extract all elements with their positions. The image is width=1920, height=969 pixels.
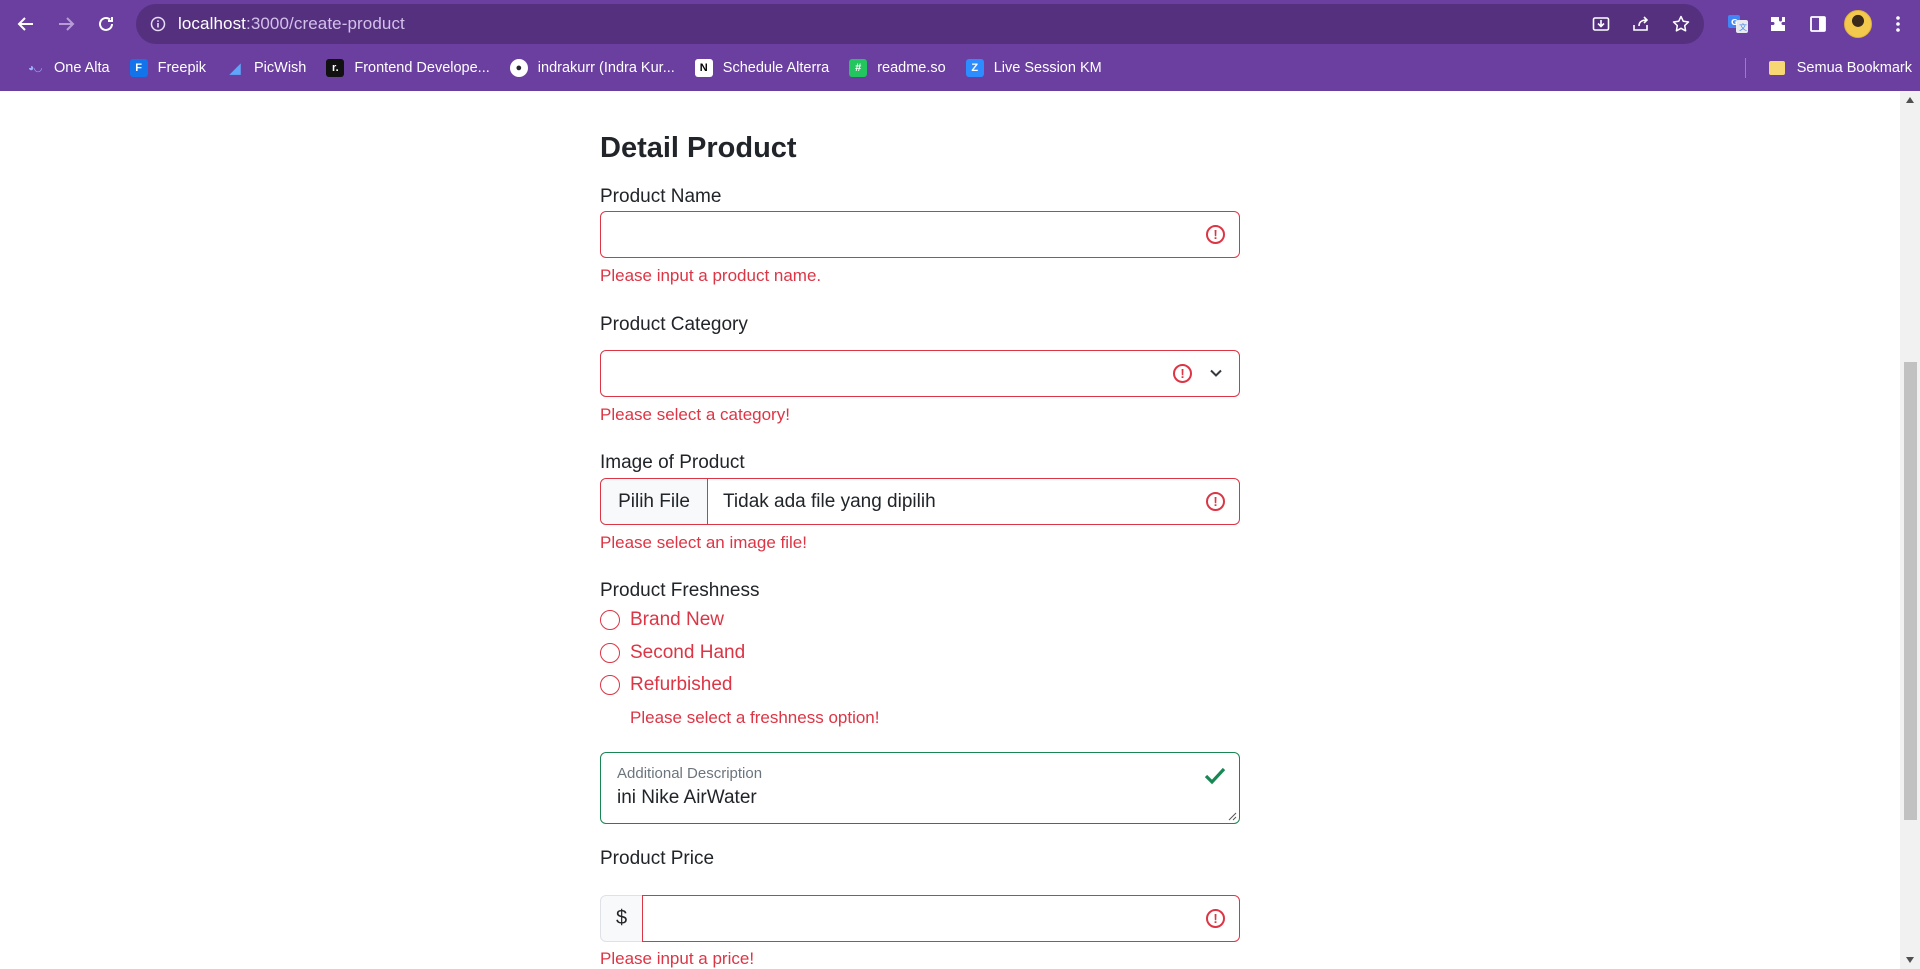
url-text[interactable]: localhost:3000/create-product [178,14,405,34]
menu-kebab-icon[interactable] [1884,10,1912,38]
radio-button[interactable] [600,610,620,630]
readme-icon: # [849,59,868,77]
notion-icon: N [694,59,713,77]
browser-chrome: localhost:3000/create-product G文 ◕◡ One … [0,0,1920,91]
bookmark-one-alta[interactable]: ◕◡ One Alta [18,54,118,82]
radio-refurbished[interactable]: Refurbished [600,674,732,696]
picwish-icon: ◢ [229,60,241,77]
url-host: localhost [178,14,246,33]
image-error: Please select an image file! [600,533,807,552]
bookmark-freepik[interactable]: F Freepik [122,54,214,82]
radio-second-hand[interactable]: Second Hand [600,642,745,664]
price-error: Please input a price! [600,949,755,968]
bookmark-label: Live Session KM [993,60,1102,76]
bookmarks-bar: ◕◡ One Alta F Freepik ◢ PicWish r. Frontend … [0,52,1920,84]
file-name-text: Tidak ada file yang dipilih [723,491,936,512]
price-input-group: $ ! [600,895,1240,942]
resize-grip-icon[interactable] [1227,811,1237,821]
browser-toolbar: localhost:3000/create-product G文 [0,0,1920,48]
page-scrollbar[interactable] [1900,91,1920,969]
github-icon: ● [509,59,528,77]
error-icon: ! [1206,492,1225,511]
page-content: Detail Product Product Name ! Please inp… [0,91,1920,969]
back-button[interactable] [6,4,46,44]
radio-button[interactable] [600,643,620,663]
bookmark-live-session-km[interactable]: Z Live Session KM [958,54,1110,82]
error-icon: ! [1206,909,1225,928]
all-bookmarks-folder[interactable]: Semua Bookmark [1768,52,1912,84]
currency-prefix: $ [600,895,643,942]
share-icon[interactable] [1628,11,1654,37]
bookmark-picwish[interactable]: ◢ PicWish [218,54,314,82]
svg-text:文: 文 [1739,22,1747,32]
alta-icon: ◕◡ [28,62,42,74]
bookmark-label: indrakurr (Indra Kur... [537,60,675,76]
bookmark-readme-so[interactable]: # readme.so [841,54,954,82]
address-bar-actions [1588,4,1694,44]
price-input[interactable]: ! [642,895,1240,942]
translate-icon[interactable]: G文 [1724,10,1752,38]
bookmarks-divider [1745,58,1746,78]
all-bookmarks-label: Semua Bookmark [1796,60,1912,76]
arrow-right-icon [59,17,75,31]
choose-file-button[interactable]: Pilih File [601,479,708,524]
bookmark-label: readme.so [877,60,946,76]
toolbar-right: G文 [1724,4,1912,44]
install-app-icon[interactable] [1588,11,1614,37]
bookmark-star-icon[interactable] [1668,11,1694,37]
bookmark-label: Freepik [157,60,206,76]
radio-label: Brand New [630,609,724,630]
description-textarea[interactable]: Additional Description ini Nike AirWater [600,752,1240,824]
product-name-error: Please input a product name. [600,266,822,285]
radio-button[interactable] [600,675,620,695]
extensions-icon[interactable] [1764,10,1792,38]
scroll-down-arrow-icon[interactable] [1906,957,1914,963]
bookmark-label: PicWish [253,60,307,76]
description-value: ini Nike AirWater [617,787,757,808]
zoom-icon: Z [965,59,984,77]
radio-brand-new[interactable]: Brand New [600,609,724,631]
description-floating-label: Additional Description [617,765,763,782]
address-bar[interactable]: localhost:3000/create-product [136,4,1704,44]
check-icon [1204,767,1226,785]
bookmark-schedule-alterra[interactable]: N Schedule Alterra [687,54,837,82]
freshness-error: Please select a freshness option! [630,708,880,727]
image-label: Image of Product [600,452,745,473]
radio-label: Second Hand [630,642,746,663]
frontend-icon: r. [326,59,345,77]
folder-icon [1768,61,1785,75]
site-info-icon[interactable] [150,16,166,32]
scroll-up-arrow-icon[interactable] [1906,97,1914,103]
product-category-label: Product Category [600,314,748,335]
chevron-down-icon [1210,369,1222,377]
arrow-left-icon [17,17,33,31]
profile-avatar[interactable] [1844,10,1872,38]
bookmark-label: Schedule Alterra [722,60,830,76]
bookmark-github-indrakurr[interactable]: ● indrakurr (Indra Kur... [502,54,683,82]
radio-label: Refurbished [630,674,733,695]
svg-text:G: G [1731,18,1738,27]
freshness-label: Product Freshness [600,580,760,601]
price-label: Product Price [600,848,715,869]
reload-button[interactable] [86,4,126,44]
freepik-icon: F [129,59,148,77]
scroll-thumb[interactable] [1904,362,1917,820]
forward-button[interactable] [46,4,86,44]
bookmark-label: One Alta [54,60,110,76]
image-file-input[interactable]: Pilih File Tidak ada file yang dipilih ! [600,478,1240,525]
error-icon: ! [1173,364,1192,383]
product-category-select[interactable]: ! [600,350,1240,397]
product-category-error: Please select a category! [600,405,790,424]
reload-icon [99,16,113,31]
page-title: Detail Product [600,132,797,164]
side-panel-icon[interactable] [1804,10,1832,38]
error-icon: ! [1206,225,1225,244]
avatar [1844,10,1872,38]
bookmark-frontend-developer[interactable]: r. Frontend Develope... [318,54,497,82]
bookmark-label: Frontend Develope... [354,60,490,76]
url-path: :3000/create-product [246,14,405,33]
product-name-label: Product Name [600,186,722,207]
product-name-input[interactable]: ! [600,211,1240,258]
